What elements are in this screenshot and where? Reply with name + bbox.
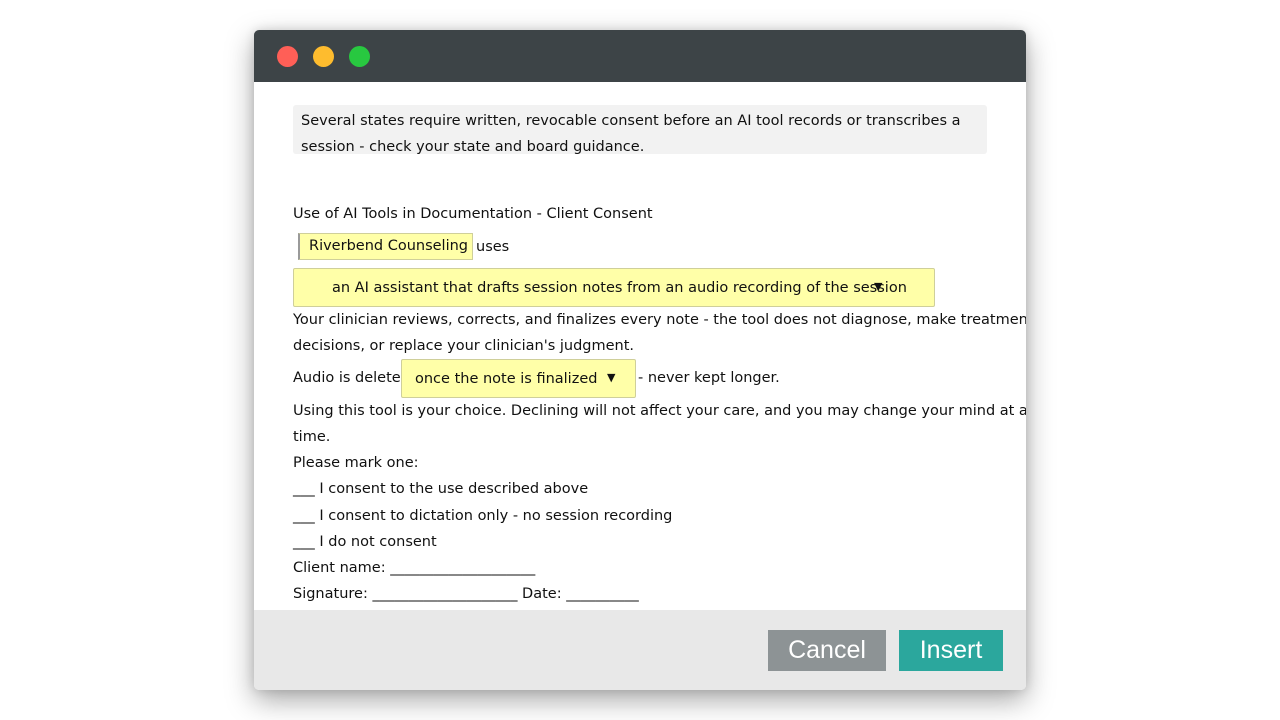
insert-button[interactable]: Insert — [899, 630, 1003, 671]
choice-text-line1: Using this tool is your choice. Declinin… — [293, 403, 1026, 419]
audio-retention-suffix: - never kept longer. — [638, 370, 780, 386]
dialog-footer: Cancel Insert — [254, 610, 1026, 690]
uses-text: uses — [476, 239, 510, 255]
caret-down-icon: ▼ — [607, 371, 616, 384]
consent-option-decline: ___ I do not consent — [293, 534, 437, 550]
audio-retention-value: once the note is finalized — [415, 371, 598, 387]
ai-tool-select-value: an AI assistant that drafts session note… — [332, 280, 907, 296]
audio-deleted-label: Audio is deleted — [293, 370, 410, 386]
agency-name-field[interactable]: Riverbend Counseling — [298, 233, 473, 260]
caret-down-icon: ▼ — [874, 280, 883, 293]
consent-option-full: ___ I consent to the use described above — [293, 481, 589, 497]
choice-text-line2: time. — [293, 429, 331, 445]
ai-tool-description-select[interactable]: an AI assistant that drafts session note… — [293, 268, 935, 307]
cancel-button[interactable]: Cancel — [768, 630, 886, 671]
minimize-window-button[interactable] — [313, 46, 334, 67]
client-name-line: Client name: ____________________ — [293, 560, 536, 576]
consent-dialog-window: Several states require written, revocabl… — [254, 30, 1026, 690]
clinician-review-text-line2: decisions, or replace your clinician's j… — [293, 338, 635, 354]
state-guidance-notice: Several states require written, revocabl… — [293, 105, 987, 155]
audio-retention-select[interactable]: once the note is finalized ▼ — [401, 359, 636, 398]
signature-date-line: Signature: ____________________ Date: __… — [293, 586, 639, 602]
consent-option-dictation: ___ I consent to dictation only - no ses… — [293, 508, 673, 524]
mark-one-label: Please mark one: — [293, 455, 419, 471]
close-window-button[interactable] — [277, 46, 298, 67]
title-bar — [254, 30, 1026, 82]
zoom-window-button[interactable] — [349, 46, 370, 67]
form-heading: Use of AI Tools in Documentation - Clien… — [293, 206, 653, 222]
clinician-review-text-line1: Your clinician reviews, corrects, and fi… — [293, 312, 1026, 328]
